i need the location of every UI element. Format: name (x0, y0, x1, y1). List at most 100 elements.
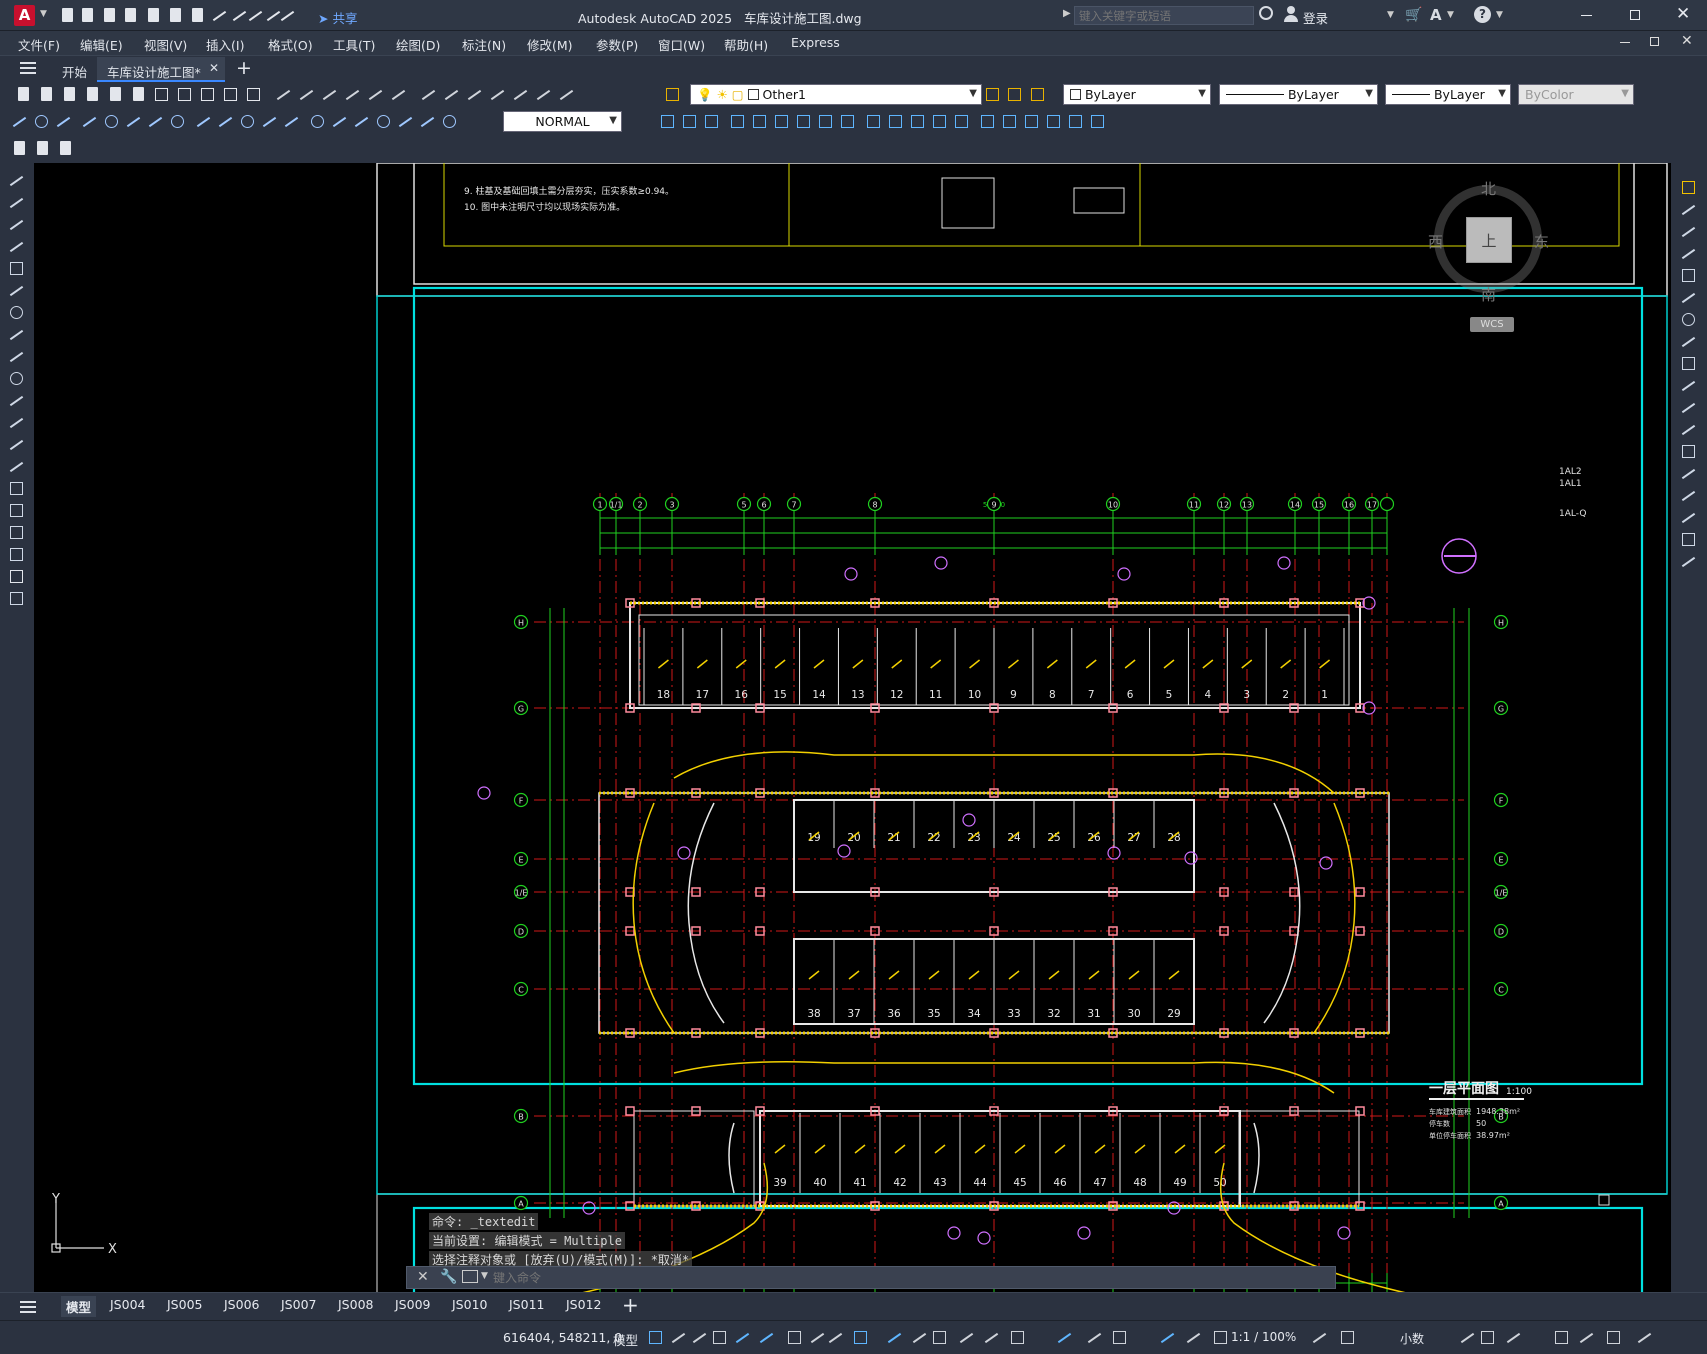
quick-dim-icon[interactable] (194, 112, 213, 131)
account-chevron-icon[interactable]: ▼ (1447, 10, 1454, 20)
dim-ordinate-icon[interactable] (80, 112, 99, 131)
menu-item-11[interactable]: 帮助(H) (724, 35, 768, 54)
hatch-tool-icon[interactable] (7, 479, 26, 498)
design-center-icon[interactable] (442, 85, 461, 104)
open-from-web-icon[interactable] (144, 6, 163, 25)
command-input[interactable] (493, 1268, 1313, 1287)
workspace-switching-icon[interactable] (1310, 1328, 1329, 1347)
search-input[interactable] (1074, 6, 1254, 25)
camera-icon[interactable] (816, 112, 835, 131)
floor-plan-drawing[interactable]: 9. 柱基及基础回填土需分层夯实，压实系数≥0.94。 10. 图中未注明尺寸均以… (34, 163, 1671, 1292)
sheetset-icon[interactable] (488, 85, 507, 104)
qnew-icon[interactable] (14, 85, 33, 104)
trim-tool-icon[interactable] (1679, 376, 1698, 395)
help-icon[interactable] (557, 85, 576, 104)
user-icon[interactable] (1284, 6, 1298, 22)
publish-3d-icon[interactable] (10, 139, 29, 158)
customization-icon[interactable] (1635, 1328, 1654, 1347)
orbit-icon[interactable] (750, 112, 769, 131)
tab-close-icon[interactable]: ✕ (209, 61, 219, 75)
menu-item-3[interactable]: 插入(I) (206, 35, 244, 54)
plot-icon[interactable] (188, 6, 207, 25)
annotation-scale-icon[interactable] (1211, 1328, 1230, 1347)
zoom-realtime-icon[interactable] (343, 85, 362, 104)
rotate-tool-icon[interactable] (1679, 310, 1698, 329)
layout-menu-icon[interactable] (20, 1301, 36, 1313)
layout-tab-js008[interactable]: JS008 (338, 1297, 373, 1312)
command-recent-chevron-icon[interactable]: ▼ (481, 1271, 488, 1281)
menu-item-2[interactable]: 视图(V) (144, 35, 187, 54)
model-space-button[interactable]: 模型 (613, 1330, 638, 1349)
graphics-performance-icon[interactable] (1577, 1328, 1596, 1347)
etransmit-icon[interactable] (33, 139, 52, 158)
solid-box-icon[interactable] (886, 112, 905, 131)
redo-icon[interactable] (246, 6, 265, 25)
dim-text-edit-icon[interactable] (418, 112, 437, 131)
wedge-icon[interactable] (978, 112, 997, 131)
menu-item-7[interactable]: 标注(N) (462, 35, 506, 54)
search-icon[interactable] (1259, 6, 1273, 20)
layer-properties-icon[interactable] (663, 85, 682, 104)
view-3d-icon[interactable] (658, 112, 677, 131)
rectangle-tool-icon[interactable] (7, 259, 26, 278)
dynamic-ucs-icon[interactable] (1055, 1328, 1074, 1347)
layout-tab-js005[interactable]: JS005 (167, 1297, 202, 1312)
revcloud-icon[interactable] (7, 325, 26, 344)
block-editor-icon[interactable] (244, 85, 263, 104)
layer-dropdown[interactable]: 💡 ☀ ▢ Other1 ▼ (690, 84, 982, 105)
publish-icon[interactable] (129, 85, 148, 104)
dim-linear-icon[interactable] (10, 112, 29, 131)
dim-radius-icon[interactable] (102, 112, 121, 131)
revolve-icon[interactable] (1044, 112, 1063, 131)
auto-scale-icon[interactable] (1184, 1328, 1203, 1347)
viewcube[interactable]: 上 北 南 西 东 WCS (1404, 173, 1574, 332)
lineweight-dropdown[interactable]: ByLayer ▼ (1385, 84, 1511, 105)
zoom-window-icon[interactable] (366, 85, 385, 104)
dim-jogged-icon[interactable] (124, 112, 143, 131)
isolate-objects-icon[interactable] (1552, 1328, 1571, 1347)
new-tab-button[interactable]: + (236, 57, 252, 79)
blend-curves-icon[interactable] (1679, 530, 1698, 549)
arc-tool-icon[interactable] (7, 281, 26, 300)
sphere-icon[interactable] (908, 112, 927, 131)
osnap-chevron-icon[interactable] (910, 1328, 929, 1347)
close-window-icon[interactable]: ✕ (1676, 4, 1690, 24)
lineweight-icon[interactable] (930, 1328, 949, 1347)
make-current-icon[interactable] (983, 85, 1002, 104)
center-mark-icon[interactable] (330, 112, 349, 131)
ortho-mode-icon[interactable] (757, 1328, 776, 1347)
visual-style-icon[interactable] (772, 112, 791, 131)
table-tool-icon[interactable] (7, 545, 26, 564)
array-tool-icon[interactable] (1679, 266, 1698, 285)
undo-icon[interactable] (274, 85, 293, 104)
units-chevron-icon[interactable] (1458, 1328, 1477, 1347)
cone-icon[interactable] (952, 112, 971, 131)
dim-space-icon[interactable] (260, 112, 279, 131)
dim-aligned-icon[interactable] (32, 112, 51, 131)
polar-tracking-icon[interactable] (785, 1328, 804, 1347)
fly-icon[interactable] (864, 112, 883, 131)
walk-icon[interactable] (838, 112, 857, 131)
ellipse-tool-icon[interactable] (7, 369, 26, 388)
subtract-icon[interactable] (1088, 112, 1107, 131)
match-properties-icon[interactable] (221, 85, 240, 104)
undo-icon[interactable] (210, 6, 229, 25)
doc-restore-icon[interactable] (1650, 37, 1659, 46)
viewcube-north[interactable]: 北 (1481, 178, 1496, 199)
erase-tool-icon[interactable] (1679, 178, 1698, 197)
selection-cycling-icon[interactable] (982, 1328, 1001, 1347)
explode-tool-icon[interactable] (1679, 552, 1698, 571)
quick-properties-icon[interactable] (1478, 1328, 1497, 1347)
dim-arc-icon[interactable] (54, 112, 73, 131)
maximize-window-icon[interactable] (1630, 10, 1640, 20)
menu-item-0[interactable]: 文件(F) (18, 35, 60, 54)
viewcube-south[interactable]: 南 (1481, 284, 1496, 305)
dim-angular-icon[interactable] (168, 112, 187, 131)
drawing-canvas[interactable]: 9. 柱基及基础回填土需分层夯实，压实系数≥0.94。 10. 图中未注明尺寸均以… (34, 163, 1671, 1292)
menu-item-1[interactable]: 编辑(E) (80, 35, 123, 54)
layout-tab-js009[interactable]: JS009 (395, 1297, 430, 1312)
command-customize-icon[interactable]: 🔧 (440, 1269, 457, 1285)
gradient-icon[interactable] (7, 501, 26, 520)
circle-tool-icon[interactable] (7, 303, 26, 322)
plot-preview-icon[interactable] (106, 85, 125, 104)
